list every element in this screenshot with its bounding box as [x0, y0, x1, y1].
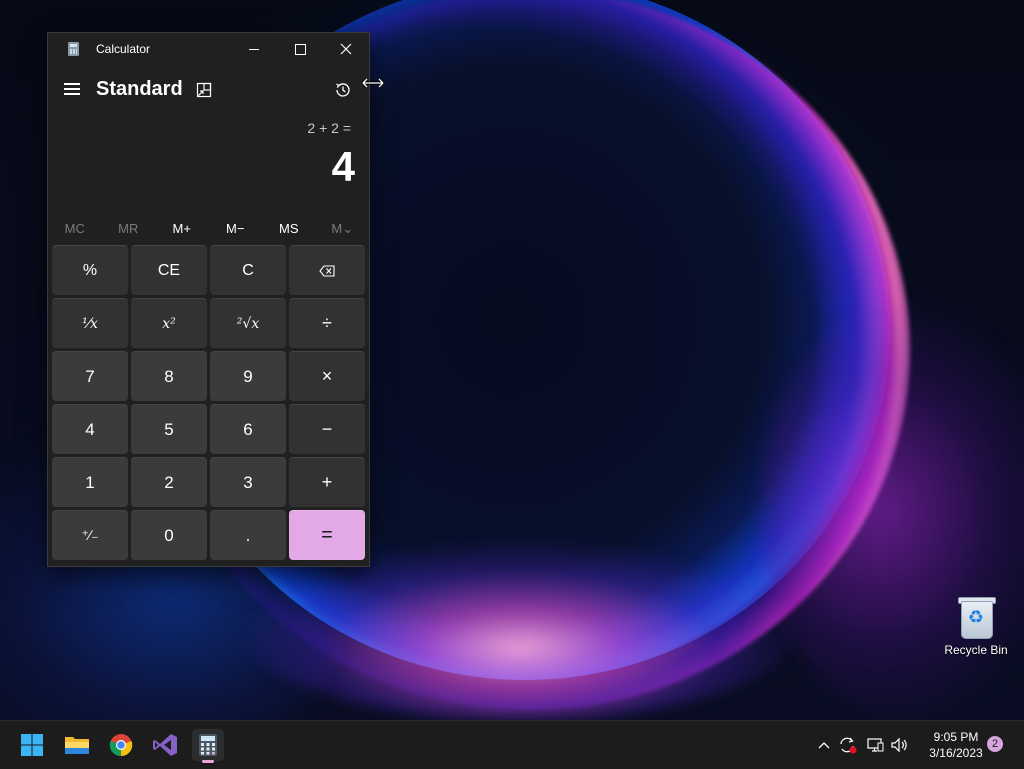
reciprocal-label: ⅟x: [82, 315, 98, 332]
keep-on-top-button[interactable]: [196, 82, 212, 98]
negate-label: ⁺∕₋: [81, 527, 99, 543]
digit-4-button[interactable]: 4: [52, 404, 128, 454]
result-display: 4: [331, 143, 355, 190]
keypad: % CE C ⅟x x² ²√x ÷ 7 8 9 × 4 5 6 − 1 2 3…: [52, 245, 365, 563]
visual-studio-icon: [153, 734, 177, 756]
memory-store-button[interactable]: MS: [262, 218, 316, 240]
navigation-menu-button[interactable]: [64, 83, 80, 97]
square-label: x²: [162, 315, 176, 332]
chevron-up-icon: [818, 742, 830, 749]
digit-3-button[interactable]: 3: [210, 457, 286, 507]
memory-recall-button[interactable]: MR: [102, 218, 156, 240]
clock-time: 9:05 PM: [933, 730, 979, 744]
clear-entry-button[interactable]: CE: [131, 245, 207, 295]
minimize-icon: [249, 48, 259, 50]
add-button[interactable]: +: [289, 457, 365, 507]
history-icon: [336, 83, 350, 97]
volume-button[interactable]: [889, 721, 911, 769]
network-icon: [867, 738, 884, 752]
expression-display: 2 + 2 =: [307, 120, 351, 136]
calculator-app-icon: [68, 42, 79, 56]
start-button[interactable]: [16, 729, 48, 761]
title-bar[interactable]: Calculator: [48, 33, 369, 65]
chrome-icon: [109, 734, 133, 757]
digit-7-button[interactable]: 7: [52, 351, 128, 401]
volume-icon: [891, 737, 907, 753]
keep-on-top-icon: [196, 82, 212, 98]
decimal-button[interactable]: .: [210, 510, 286, 560]
visual-studio-button[interactable]: [149, 729, 181, 761]
equals-button[interactable]: =: [289, 510, 365, 560]
active-app-indicator: [202, 760, 214, 763]
history-button[interactable]: [334, 81, 352, 99]
show-hidden-icons-button[interactable]: [814, 721, 834, 769]
maximize-icon: [294, 43, 306, 55]
digit-9-button[interactable]: 9: [210, 351, 286, 401]
maximize-button[interactable]: [277, 33, 323, 65]
taskbar: 9:05 PM 3/16/2023: [0, 720, 1024, 769]
digit-1-button[interactable]: 1: [52, 457, 128, 507]
close-icon: [340, 43, 352, 55]
notification-badge[interactable]: 2: [987, 736, 1003, 752]
digit-5-button[interactable]: 5: [131, 404, 207, 454]
square-button[interactable]: x²: [131, 298, 207, 348]
digit-0-button[interactable]: 0: [131, 510, 207, 560]
calculator-header: Standard: [48, 73, 369, 109]
clear-button[interactable]: C: [210, 245, 286, 295]
divide-button[interactable]: ÷: [289, 298, 365, 348]
digit-6-button[interactable]: 6: [210, 404, 286, 454]
window-title: Calculator: [96, 42, 151, 56]
square-root-label: ²√x: [236, 315, 260, 332]
clock-date: 3/16/2023: [929, 746, 983, 760]
calculator-taskbar-button[interactable]: [192, 729, 224, 763]
network-button[interactable]: [864, 721, 886, 769]
memory-list-button[interactable]: M⌄: [316, 218, 370, 240]
memory-subtract-button[interactable]: M−: [209, 218, 263, 240]
percent-button[interactable]: %: [52, 245, 128, 295]
mode-title: Standard: [96, 78, 183, 100]
memory-clear-button[interactable]: MC: [48, 218, 102, 240]
square-root-button[interactable]: ²√x: [210, 298, 286, 348]
desktop-icon-recycle-bin[interactable]: ♻ Recycle Bin: [940, 595, 1012, 657]
file-explorer-button[interactable]: [61, 729, 93, 761]
calculator-icon: [199, 734, 217, 756]
backspace-icon: [319, 264, 335, 277]
file-explorer-icon: [65, 737, 89, 754]
calculator-window: Calculator Standard 2 + 2 = 4 MC MR M+ M…: [47, 32, 370, 567]
subtract-button[interactable]: −: [289, 404, 365, 454]
multiply-button[interactable]: ×: [289, 351, 365, 401]
backspace-button[interactable]: [289, 245, 365, 295]
minimize-button[interactable]: [231, 33, 277, 65]
reciprocal-button[interactable]: ⅟x: [52, 298, 128, 348]
digit-2-button[interactable]: 2: [131, 457, 207, 507]
memory-add-button[interactable]: M+: [155, 218, 209, 240]
desktop-icon-label: Recycle Bin: [944, 643, 1008, 657]
chrome-button[interactable]: [105, 729, 137, 761]
clock[interactable]: 9:05 PM 3/16/2023: [918, 729, 994, 761]
sync-status-button[interactable]: [837, 721, 859, 769]
recycle-bin-icon: ♻: [958, 595, 996, 639]
digit-8-button[interactable]: 8: [131, 351, 207, 401]
sync-icon: [840, 737, 857, 754]
memory-row: MC MR M+ M− MS M⌄: [48, 218, 369, 240]
start-icon: [21, 734, 43, 756]
close-button[interactable]: [323, 33, 369, 65]
negate-button[interactable]: ⁺∕₋: [52, 510, 128, 560]
resize-cursor-icon: [361, 76, 385, 89]
